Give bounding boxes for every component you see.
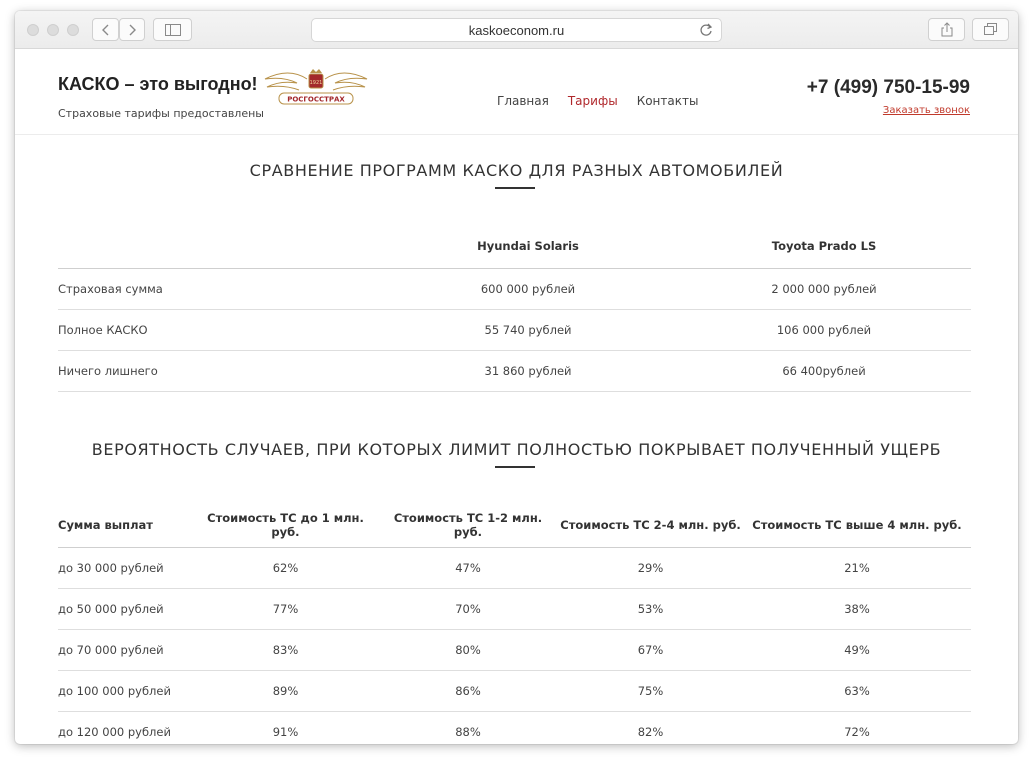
sidebar-toggle-button[interactable]	[153, 18, 192, 41]
table-row: Страховая сумма 600 000 рублей 2 000 000…	[58, 268, 971, 310]
table-cell: 66 400рублей	[677, 350, 971, 392]
table-cell: 88%	[378, 711, 558, 744]
table-cell: 67%	[558, 629, 743, 671]
table-cell: до 30 000 рублей	[58, 547, 193, 589]
comparison-title-underline	[495, 187, 535, 189]
column-header: Стоимость ТС до 1 млн. руб.	[193, 504, 378, 548]
tabs-overview-icon	[983, 23, 997, 35]
nav-tariffs[interactable]: Тарифы	[568, 94, 618, 108]
main-nav: Главная Тарифы Контакты	[497, 94, 698, 108]
column-header: Стоимость ТС выше 4 млн. руб.	[743, 504, 971, 548]
back-button[interactable]	[92, 18, 119, 41]
column-header: Стоимость ТС 1-2 млн. руб.	[378, 504, 558, 548]
table-cell: 82%	[558, 711, 743, 744]
table-cell: 38%	[743, 588, 971, 630]
table-cell: 600 000 рублей	[379, 268, 677, 310]
table-row: до 120 000 рублей 91% 88% 82% 72%	[58, 711, 971, 744]
nav-home[interactable]: Главная	[497, 94, 549, 108]
table-cell: 47%	[378, 547, 558, 589]
column-header: Hyundai Solaris	[379, 225, 677, 269]
table-row: до 100 000 рублей 89% 86% 75% 63%	[58, 670, 971, 712]
table-cell: до 50 000 рублей	[58, 588, 193, 630]
table-cell: 72%	[743, 711, 971, 744]
chevron-right-icon	[129, 24, 136, 35]
table-cell: 91%	[193, 711, 378, 744]
probability-table: Сумма выплат Стоимость ТС до 1 млн. руб.…	[58, 504, 971, 744]
table-row: до 30 000 рублей 62% 47% 29% 21%	[58, 547, 971, 589]
logo-year: 1921	[310, 80, 323, 86]
site-subtitle: Страховые тарифы предоставлены	[58, 107, 264, 120]
table-cell: Ничего лишнего	[58, 350, 379, 392]
rosgosstrakh-logo[interactable]: 1921 РОСГОССТРАХ	[263, 65, 369, 111]
comparison-title: СРАВНЕНИЕ ПРОГРАММ КАСКО ДЛЯ РАЗНЫХ АВТО…	[249, 161, 784, 180]
table-cell: 49%	[743, 629, 971, 671]
table-cell: 83%	[193, 629, 378, 671]
probability-title-underline	[495, 466, 535, 468]
table-cell: 89%	[193, 670, 378, 712]
table-cell: 21%	[743, 547, 971, 589]
minimize-window-button[interactable]	[47, 24, 59, 36]
table-cell: 55 740 рублей	[379, 309, 677, 351]
table-header-row: Hyundai Solaris Toyota Prado LS	[58, 225, 971, 269]
browser-toolbar: kaskoeconom.ru	[15, 11, 1018, 49]
table-header-row: Сумма выплат Стоимость ТС до 1 млн. руб.…	[58, 504, 971, 548]
site-title: КАСКО – это выгодно!	[58, 74, 258, 94]
nav-contacts[interactable]: Контакты	[637, 94, 699, 108]
logo-text: РОСГОССТРАХ	[287, 96, 345, 104]
phone-number[interactable]: +7 (499) 750-15-99	[807, 77, 970, 99]
table-cell: до 70 000 рублей	[58, 629, 193, 671]
site-header: КАСКО – это выгодно! Страховые тарифы пр…	[15, 49, 1018, 135]
table-cell: 77%	[193, 588, 378, 630]
share-button[interactable]	[928, 18, 965, 41]
address-bar-text: kaskoeconom.ru	[468, 22, 565, 38]
table-cell: 62%	[193, 547, 378, 589]
table-cell: 106 000 рублей	[677, 309, 971, 351]
address-bar[interactable]: kaskoeconom.ru	[311, 18, 722, 42]
table-cell: Полное КАСКО	[58, 309, 379, 351]
table-row: до 50 000 рублей 77% 70% 53% 38%	[58, 588, 971, 630]
column-header	[58, 225, 379, 269]
table-cell: 53%	[558, 588, 743, 630]
forward-button[interactable]	[119, 18, 145, 41]
table-cell: 2 000 000 рублей	[677, 268, 971, 310]
request-call-link[interactable]: Заказать звонок	[883, 105, 970, 116]
table-row: Ничего лишнего 31 860 рублей 66 400рубле…	[58, 350, 971, 392]
browser-window: kaskoeconom.ru КАСКО – это выгодно! Стра…	[15, 11, 1018, 744]
tabs-button[interactable]	[972, 18, 1009, 41]
table-cell: до 100 000 рублей	[58, 670, 193, 712]
table-cell: 75%	[558, 670, 743, 712]
zoom-window-button[interactable]	[67, 24, 79, 36]
table-row: Полное КАСКО 55 740 рублей 106 000 рубле…	[58, 309, 971, 351]
comparison-table: Hyundai Solaris Toyota Prado LS Страхова…	[58, 225, 971, 392]
table-cell: 80%	[378, 629, 558, 671]
table-cell: Страховая сумма	[58, 268, 379, 310]
table-cell: 86%	[378, 670, 558, 712]
table-row: до 70 000 рублей 83% 80% 67% 49%	[58, 629, 971, 671]
table-cell: 70%	[378, 588, 558, 630]
column-header: Стоимость ТС 2-4 млн. руб.	[558, 504, 743, 548]
table-cell: 63%	[743, 670, 971, 712]
table-cell: до 120 000 рублей	[58, 711, 193, 744]
probability-title: ВЕРОЯТНОСТЬ СЛУЧАЕВ, ПРИ КОТОРЫХ ЛИМИТ П…	[91, 440, 942, 459]
table-cell: 31 860 рублей	[379, 350, 677, 392]
column-header: Сумма выплат	[58, 504, 193, 548]
column-header: Toyota Prado LS	[677, 225, 971, 269]
reload-icon[interactable]	[699, 23, 713, 37]
table-cell: 29%	[558, 547, 743, 589]
chevron-left-icon	[101, 24, 108, 35]
share-icon	[941, 22, 952, 37]
close-window-button[interactable]	[27, 24, 39, 36]
sidebar-icon	[164, 23, 181, 36]
